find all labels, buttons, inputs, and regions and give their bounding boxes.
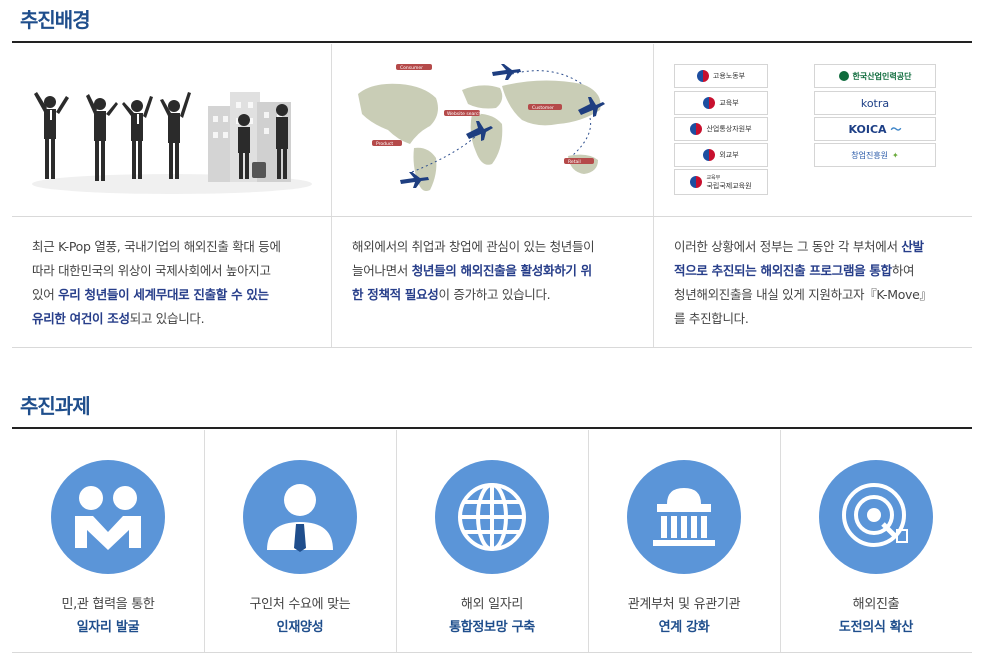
taegeuk-icon <box>703 149 716 161</box>
logo-niied: 교육부 국립국제교육원 <box>674 169 768 195</box>
swoosh-icon: 〜 <box>890 123 902 136</box>
background-text-3: 이러한 상황에서 정부는 그 동안 각 부처에서 산발 적으로 추진되는 해외진… <box>674 239 932 326</box>
task-line1: 해외진출 <box>852 597 900 612</box>
logo-mofa: 외교부 <box>674 143 768 167</box>
map-label-consumer: Consumer <box>400 65 423 71</box>
map-label-website: Website search <box>447 111 481 117</box>
task-line1: 구인처 수요에 맞는 <box>249 597 351 612</box>
map-label-retail: Retail <box>568 159 581 165</box>
globe-icon <box>435 460 549 574</box>
task-line2: 일자리 발굴 <box>76 620 140 635</box>
logo-text: 외교부 <box>719 151 739 159</box>
person-icon <box>243 460 357 574</box>
logo-hrdkorea: 한국산업인력공단 <box>814 64 936 88</box>
leaf-icon: ✦ <box>892 150 899 160</box>
section-divider <box>12 41 972 43</box>
map-label-customer: Customer <box>532 105 554 111</box>
background-text-2: 해외에서의 취업과 창업에 관심이 있는 청년들이 늘어나면서 청년들의 해외진… <box>352 239 595 302</box>
task-item: 민,관 협력을 통한 일자리 발굴 <box>12 430 204 652</box>
task-line1: 민,관 협력을 통한 <box>61 597 155 612</box>
task-line2: 연계 강화 <box>658 620 710 635</box>
map-label-product: Product <box>376 141 393 147</box>
taegeuk-icon <box>703 97 716 109</box>
logo-moel: 고용노동부 <box>674 64 768 88</box>
background-text-1: 최근 K-Pop 열풍, 국내기업의 해외진출 확대 등에 따라 대한민국의 위… <box>32 239 281 326</box>
task-item: 해외 일자리 통합정보망 구축 <box>396 430 588 652</box>
taegeuk-icon <box>690 176 703 188</box>
taegeuk-icon <box>696 70 709 82</box>
target-icon <box>819 460 933 574</box>
government-building-icon <box>627 460 741 574</box>
agency-logos: 고용노동부 교육부 산업통상자원부 외교부 교육부 국립국제교육원 한국산업인력… <box>654 44 972 216</box>
partnership-icon <box>51 460 165 574</box>
task-line1: 관계부처 및 유관기관 <box>627 597 741 612</box>
logo-kotra: kotra <box>814 91 936 115</box>
section-title-tasks: 추진과제 <box>20 394 91 418</box>
task-line2: 통합정보망 구축 <box>449 620 535 635</box>
logo-koica: KOICA 〜 <box>814 117 936 141</box>
logo-small-text: 교육부 <box>706 175 721 181</box>
section-bottom-line <box>12 652 972 653</box>
task-line2: 도전의식 확산 <box>838 620 914 635</box>
task-item: 해외진출 도전의식 확산 <box>780 430 972 652</box>
logo-text: KOICA <box>848 122 887 136</box>
logo-text: kotra <box>860 96 890 110</box>
logo-text: 교육부 <box>719 99 739 107</box>
logo-text: 산업통상자원부 <box>706 125 752 133</box>
section-divider <box>12 427 972 429</box>
logo-text: 한국산업인력공단 <box>852 71 912 81</box>
logo-text: 고용노동부 <box>712 72 746 80</box>
logo-text: 국립국제교육원 <box>706 182 752 190</box>
hrdkorea-emblem-icon <box>838 71 849 81</box>
task-line2: 인재양성 <box>276 620 324 635</box>
logo-motie: 산업통상자원부 <box>674 117 768 141</box>
logo-moe: 교육부 <box>674 91 768 115</box>
section-title-background: 추진배경 <box>20 8 91 32</box>
section-bottom-line <box>12 347 972 348</box>
logo-text: 창업진흥원 <box>851 150 889 160</box>
world-map-illustration: Consumer Website search Product Customer… <box>332 44 653 216</box>
logo-kised: 창업진흥원 ✦ <box>814 143 936 167</box>
task-line1: 해외 일자리 <box>460 597 524 612</box>
task-item: 구인처 수요에 맞는 인재양성 <box>204 430 396 652</box>
task-item: 관계부처 및 유관기관 연계 강화 <box>588 430 780 652</box>
celebrating-people-illustration <box>12 44 331 216</box>
row-divider <box>12 216 972 217</box>
taegeuk-icon <box>690 123 703 135</box>
